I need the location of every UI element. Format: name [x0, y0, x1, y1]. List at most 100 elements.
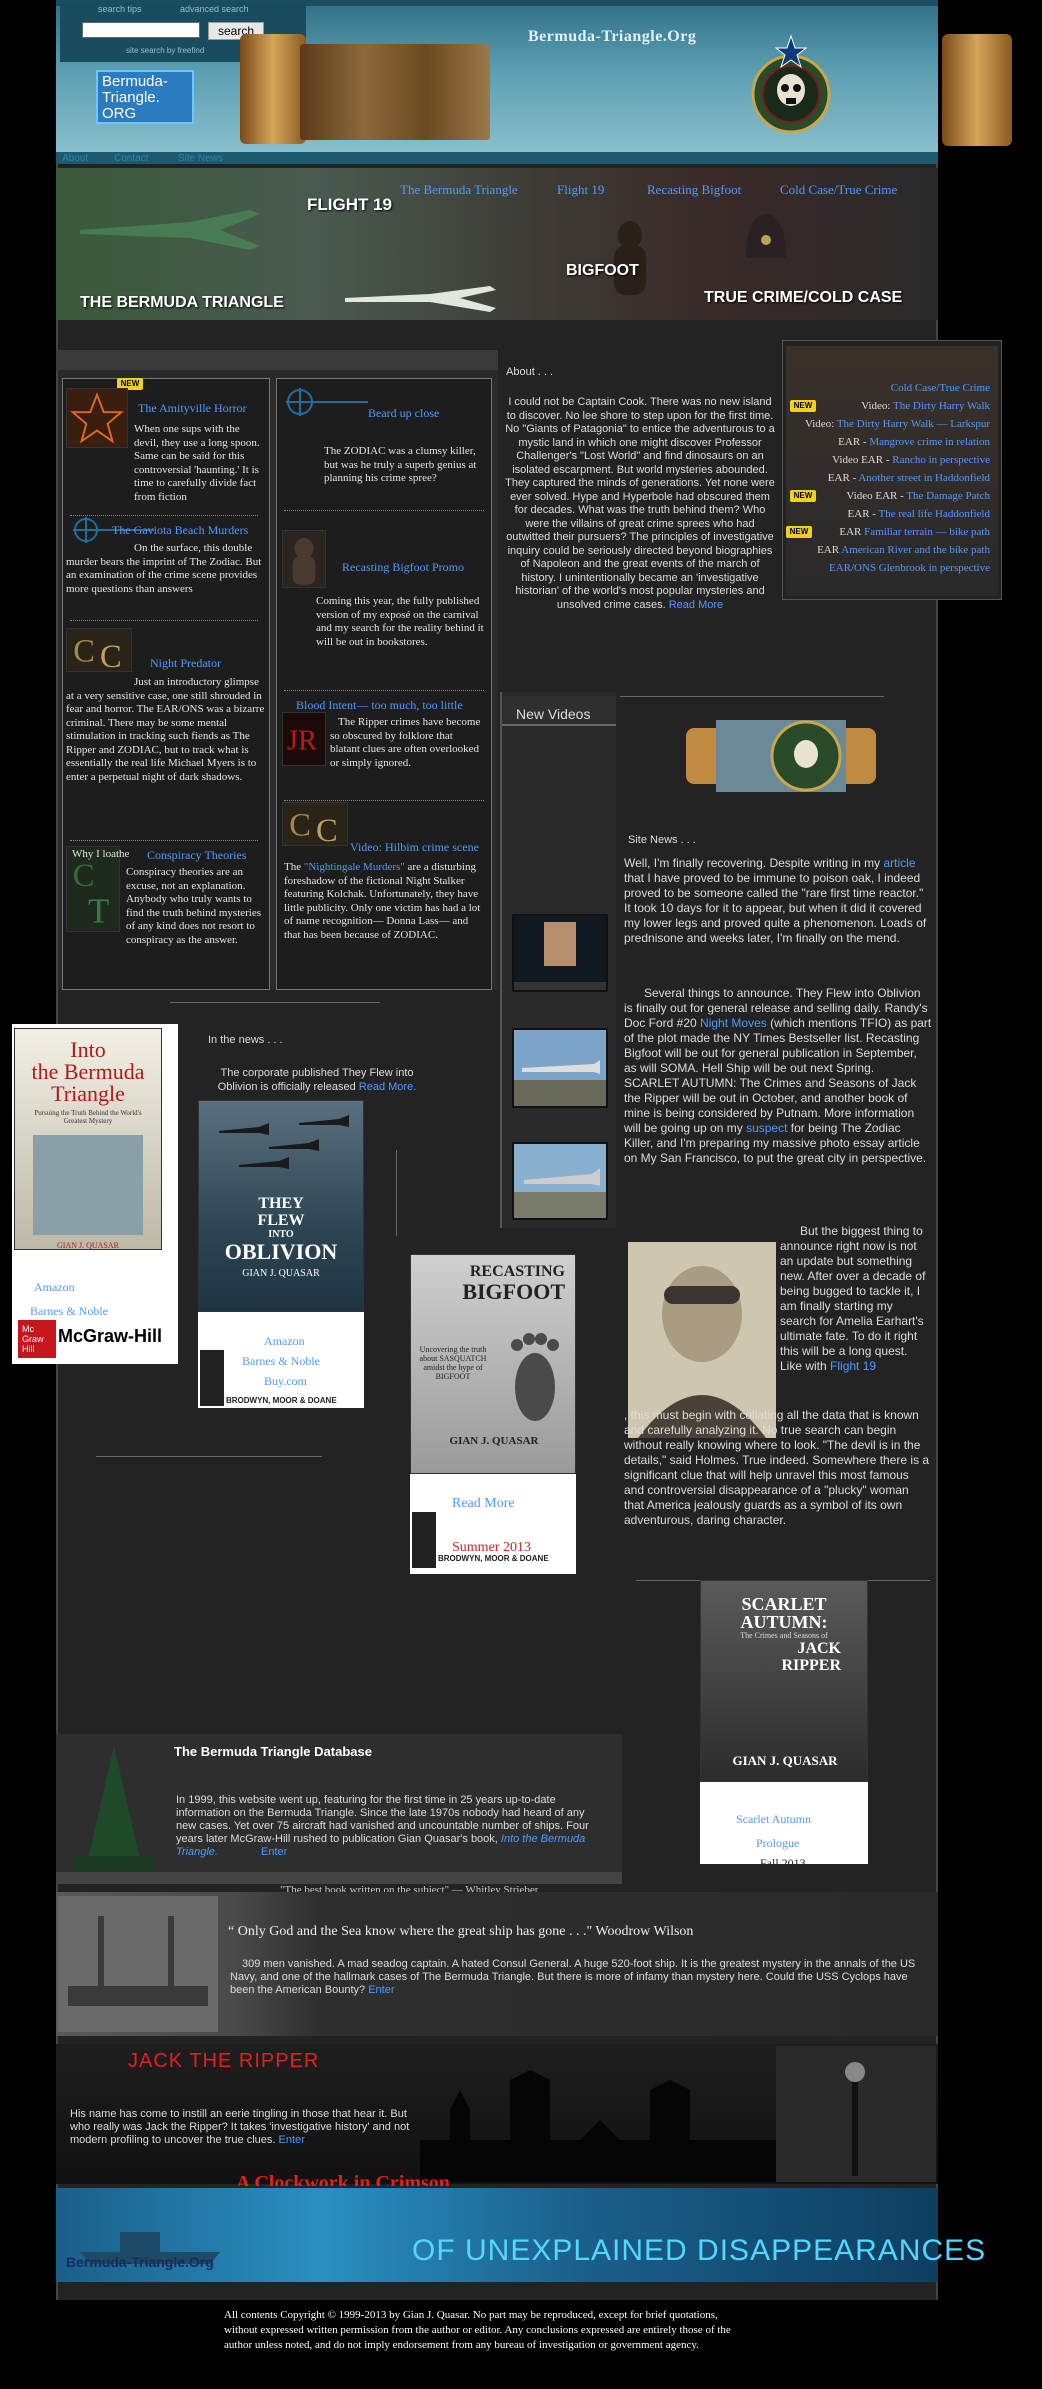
video-thumbnail[interactable] [512, 1142, 608, 1220]
news-paragraph-1: Well, I'm finally recovering. Despite wr… [624, 856, 932, 946]
divider [96, 1456, 322, 1457]
divider [70, 620, 258, 621]
story-link-hilbim-video[interactable]: Video: Hilbim crime scene [350, 840, 479, 855]
hero-link-recasting-bigfoot[interactable]: Recasting Bigfoot [647, 182, 741, 198]
in-the-news-read-more[interactable]: Read More. [359, 1081, 416, 1093]
hero-link-flight19[interactable]: Flight 19 [557, 182, 604, 198]
logo-line: ORG [102, 105, 137, 122]
mcgraw-hill-logo-icon[interactable]: Mc Graw Hill [18, 1320, 56, 1358]
story-link-amityville[interactable]: The Amityville Horror [138, 401, 247, 416]
jack-ripper-thumbnail-icon[interactable]: JR [282, 712, 326, 766]
police-helmet-icon [746, 214, 786, 258]
bermuda-barnes-noble-link[interactable]: Barnes & Noble [30, 1304, 108, 1319]
about-text: I could not be Captain Cook. There was n… [505, 396, 775, 611]
bigfoot-figure-icon [614, 221, 646, 295]
database-enter-link[interactable]: Enter [261, 1846, 287, 1858]
footer-logo[interactable]: Bermuda-Triangle.Org [66, 2254, 214, 2270]
video-plane-icon [514, 1144, 606, 1218]
hero-link-cold-case[interactable]: Cold Case/True Crime [780, 182, 897, 198]
publisher-name: BRODWYN, MOOR & DOANE [438, 1554, 549, 1563]
story-text: Just an introductory glimpse at a very s… [66, 676, 265, 783]
book-cover-oblivion[interactable]: THEY FLEW INTO OBLIVION GIAN J. QUASAR [198, 1100, 364, 1312]
side-link[interactable]: The real life Haddonfield [879, 508, 990, 520]
side-link[interactable]: The Damage Patch [906, 490, 990, 502]
story-link-blood-intent[interactable]: Blood Intent— too much, too little [296, 698, 463, 713]
bermuda-amazon-link[interactable]: Amazon [34, 1280, 75, 1295]
oblivion-buy-com-link[interactable]: Buy.com [264, 1374, 307, 1389]
side-link-prefix: Video EAR - [846, 490, 907, 502]
oblivion-amazon-link[interactable]: Amazon [264, 1334, 305, 1349]
book-title-line: the Bermuda [31, 1059, 145, 1084]
oblivion-barnes-noble-link[interactable]: Barnes & Noble [242, 1354, 320, 1369]
news-article-link[interactable]: article [883, 856, 915, 870]
book-title-line: FLEW [257, 1212, 305, 1229]
zodiac-beard-icon[interactable] [280, 385, 370, 419]
night-moves-link[interactable]: Night Moves [700, 1016, 767, 1030]
ripper-enter-link[interactable]: Enter [279, 2134, 305, 2146]
book-title: Into the Bermuda Triangle [15, 1029, 161, 1105]
story-link-gaviota[interactable]: The Gaviota Beach Murders [112, 523, 248, 538]
ripper-heading[interactable]: JACK THE RIPPER [128, 2050, 319, 2073]
scarlet-autumn-link[interactable]: Scarlet Autumn [736, 1812, 811, 1827]
new-badge: NEW [790, 400, 816, 412]
freefind-credit[interactable]: site search by freefind [126, 46, 204, 55]
side-link-row: EAR - The real life Haddonfield [792, 506, 1002, 524]
cyclops-quote: “ Only God and the Sea know where the gr… [228, 1924, 694, 1939]
book-cover-bermuda[interactable]: Into the Bermuda Triangle Pursuing the T… [14, 1028, 162, 1250]
book-cover-ripper[interactable]: SCARLET AUTUMN: The Crimes and Seasons o… [700, 1580, 868, 1782]
nav-about[interactable]: About [62, 153, 88, 164]
logo-line: Bermuda- [102, 73, 168, 90]
side-link[interactable]: American River and the bike path [841, 544, 990, 556]
side-link[interactable]: Rancho in perspective [892, 454, 990, 466]
story-link-bigfoot-promo[interactable]: Recasting Bigfoot Promo [342, 560, 464, 575]
side-link[interactable]: Mangrove crime in relation [869, 436, 990, 448]
story-prefix: Why I loathe [72, 848, 130, 860]
book-cover-bigfoot[interactable]: RECASTING BIGFOOT Uncovering the truth a… [410, 1254, 576, 1474]
cyclops-enter-link[interactable]: Enter [368, 1984, 394, 1996]
site-logo[interactable]: Bermuda- Triangle. ORG [96, 70, 194, 124]
nav-site-news[interactable]: Site News [178, 153, 223, 164]
story-link-conspiracy[interactable]: Conspiracy Theories [147, 848, 246, 863]
search-input[interactable] [82, 22, 200, 38]
video-person-icon [514, 916, 606, 990]
parchment-scroll-right [942, 34, 1012, 146]
nav-contact[interactable]: Contact [114, 153, 148, 164]
side-link[interactable]: The Dirty Harry Walk [893, 400, 990, 412]
street-lamp-photo-icon [776, 2046, 936, 2182]
ear-ons-thumbnail-icon[interactable]: CC [66, 628, 132, 672]
news-text: that I have proved to be immune to poiso… [624, 871, 927, 945]
new-badge: NEW [790, 490, 816, 502]
bigfoot-read-more-link[interactable]: Read More [452, 1496, 515, 1512]
svg-text:C: C [100, 639, 122, 672]
database-heading[interactable]: The Bermuda Triangle Database [174, 1744, 372, 1759]
story-text: The ZODIAC was a clumsy killer, but was … [324, 445, 477, 484]
search-tips-link[interactable]: search tips [98, 4, 142, 14]
news-paragraph-2: Several things to announce. They Flew in… [624, 986, 932, 1166]
video-thumbnail[interactable] [512, 914, 608, 992]
cyclops-quote-text: Only God and the Sea know where the grea… [237, 1924, 694, 1939]
bigfoot-promo-thumbnail-icon[interactable] [282, 530, 326, 588]
side-link[interactable]: Another street in Haddonfield [858, 472, 990, 484]
side-link[interactable]: Familiar terrain — bike path [864, 526, 990, 538]
svg-text:C: C [73, 633, 95, 669]
side-link[interactable]: The Dirty Harry Walk — Larkspur [837, 418, 990, 430]
side-link-row: EAR - Another street in Haddonfield [792, 470, 1002, 488]
flight19-news-link[interactable]: Flight 19 [830, 1359, 876, 1373]
book-title-line: AUTUMN: [740, 1612, 828, 1632]
side-links-list: Cold Case/True Crime Video: The Dirty Ha… [792, 380, 1002, 578]
about-read-more-link[interactable]: Read More [669, 599, 723, 611]
story-link-beard[interactable]: Beard up close [368, 406, 439, 421]
nightingale-murders-link[interactable]: "Nightingale Murders" [304, 861, 405, 873]
advanced-search-link[interactable]: advanced search [180, 4, 249, 14]
story-link-night-predator[interactable]: Night Predator [150, 656, 221, 671]
new-badge: NEW [786, 526, 812, 538]
scarlet-prologue-link[interactable]: Prologue [756, 1836, 799, 1851]
side-link[interactable]: Cold Case/True Crime [891, 382, 990, 394]
old-books-image [300, 44, 490, 140]
hero-link-bermuda-triangle[interactable]: The Bermuda Triangle [400, 182, 518, 198]
footer-banner-text: OF UNEXPLAINED DISAPPEARANCES [412, 2234, 987, 2267]
suspect-link[interactable]: suspect [746, 1121, 787, 1135]
video-thumbnail[interactable] [512, 1028, 608, 1108]
side-link[interactable]: EAR/ONS Glenbrook in perspective [829, 562, 990, 574]
hilbim-crime-scene-icon[interactable]: CC [282, 802, 348, 846]
